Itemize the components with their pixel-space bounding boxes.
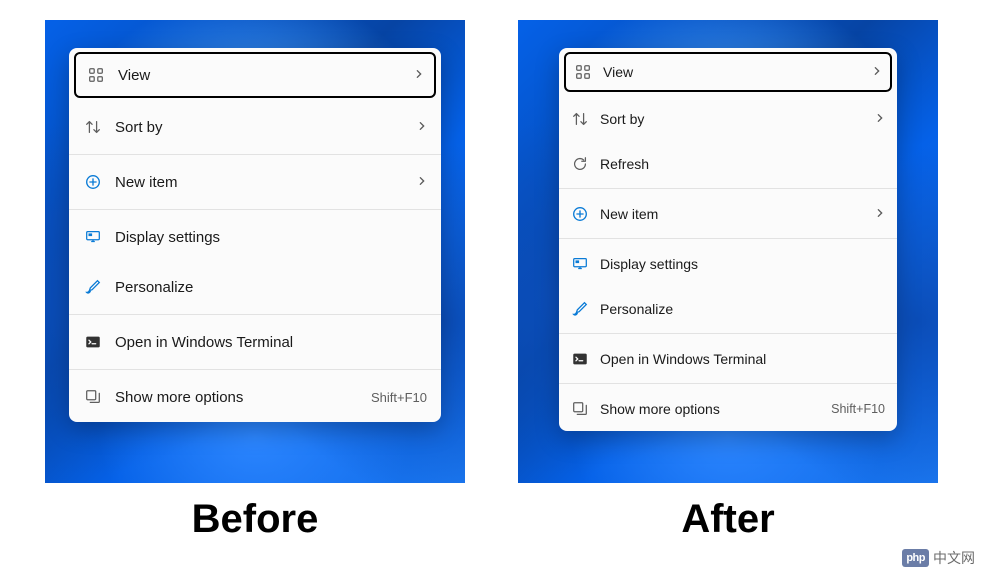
terminal-icon <box>571 350 589 368</box>
menu-item-label: View <box>118 67 406 84</box>
display-icon <box>83 227 103 247</box>
new-icon <box>571 205 589 223</box>
menu-item-display-settings[interactable]: Display settings <box>69 212 441 262</box>
menu-separator <box>69 369 441 370</box>
menu-separator <box>69 209 441 210</box>
menu-item-view[interactable]: View <box>564 52 892 92</box>
menu-item-sort-by[interactable]: Sort by <box>69 102 441 152</box>
watermark-text: 中文网 <box>933 548 975 568</box>
menu-item-personalize[interactable]: Personalize <box>69 262 441 312</box>
menu-item-label: Display settings <box>115 229 427 246</box>
brush-icon <box>571 300 589 318</box>
before-desktop: View Sort by New item Display settings Perso… <box>45 20 465 483</box>
display-icon <box>571 255 589 273</box>
after-context-menu: View Sort by Refresh New item Display settin… <box>559 48 897 431</box>
menu-item-open-in-windows-terminal[interactable]: Open in Windows Terminal <box>69 317 441 367</box>
menu-item-new-item[interactable]: New item <box>559 191 897 236</box>
php-badge: php <box>902 549 929 567</box>
menu-item-show-more-options[interactable]: Show more options Shift+F10 <box>559 386 897 431</box>
menu-item-show-more-options[interactable]: Show more options Shift+F10 <box>69 372 441 422</box>
after-caption: After <box>518 497 938 542</box>
after-panel: View Sort by Refresh New item Display settin… <box>518 20 938 542</box>
watermark: php 中文网 <box>902 548 975 568</box>
menu-separator <box>69 314 441 315</box>
menu-item-open-in-windows-terminal[interactable]: Open in Windows Terminal <box>559 336 897 381</box>
menu-separator <box>559 333 897 334</box>
menu-separator <box>559 188 897 189</box>
chevron-right-icon <box>414 66 424 84</box>
chevron-right-icon <box>417 173 427 191</box>
new-icon <box>83 172 103 192</box>
chevron-right-icon <box>875 110 885 128</box>
menu-item-display-settings[interactable]: Display settings <box>559 241 897 286</box>
chevron-right-icon <box>417 118 427 136</box>
menu-item-personalize[interactable]: Personalize <box>559 286 897 331</box>
menu-separator <box>69 154 441 155</box>
before-caption: Before <box>45 497 465 542</box>
menu-item-label: Sort by <box>600 111 867 127</box>
before-context-menu: View Sort by New item Display settings Perso… <box>69 48 441 422</box>
menu-item-label: Refresh <box>600 156 885 172</box>
menu-separator <box>559 238 897 239</box>
more-icon <box>571 400 589 418</box>
brush-icon <box>83 277 103 297</box>
grid-icon <box>574 63 592 81</box>
terminal-icon <box>83 332 103 352</box>
refresh-icon <box>571 155 589 173</box>
after-desktop: View Sort by Refresh New item Display settin… <box>518 20 938 483</box>
grid-icon <box>86 65 106 85</box>
menu-separator <box>559 383 897 384</box>
menu-item-label: New item <box>600 206 867 222</box>
sort-icon <box>571 110 589 128</box>
menu-item-label: Display settings <box>600 256 885 272</box>
menu-item-label: Show more options <box>115 389 363 406</box>
chevron-right-icon <box>875 205 885 223</box>
menu-item-refresh[interactable]: Refresh <box>559 141 897 186</box>
menu-item-label: Personalize <box>600 301 885 317</box>
more-icon <box>83 387 103 407</box>
menu-item-label: Open in Windows Terminal <box>115 334 427 351</box>
sort-icon <box>83 117 103 137</box>
menu-item-label: View <box>603 64 864 80</box>
menu-item-label: Personalize <box>115 279 427 296</box>
menu-item-view[interactable]: View <box>74 52 436 98</box>
before-panel: View Sort by New item Display settings Perso… <box>45 20 465 542</box>
menu-item-new-item[interactable]: New item <box>69 157 441 207</box>
menu-item-label: Show more options <box>600 401 823 417</box>
menu-item-label: Open in Windows Terminal <box>600 351 885 367</box>
menu-shortcut: Shift+F10 <box>371 390 427 405</box>
menu-item-label: New item <box>115 174 409 191</box>
menu-item-label: Sort by <box>115 119 409 136</box>
chevron-right-icon <box>872 63 882 81</box>
menu-shortcut: Shift+F10 <box>831 402 885 416</box>
menu-item-sort-by[interactable]: Sort by <box>559 96 897 141</box>
